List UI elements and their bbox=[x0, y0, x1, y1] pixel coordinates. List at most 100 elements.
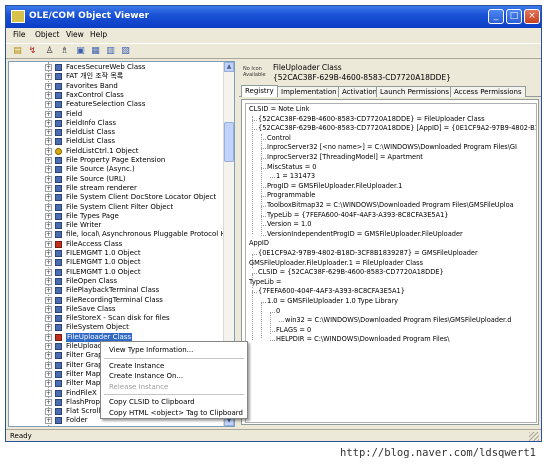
tree-item[interactable]: + File System Client DocStore Locator Obj… bbox=[9, 193, 224, 202]
tree-item[interactable]: + FileAccess Class bbox=[9, 240, 224, 249]
options-icon[interactable]: ▧ bbox=[119, 45, 132, 58]
menu-file[interactable]: File bbox=[13, 30, 26, 39]
expand-icon[interactable]: + bbox=[45, 166, 52, 174]
registry-entry[interactable]: 1 = 131473 bbox=[276, 172, 315, 181]
tree-item[interactable]: + FieldList Class bbox=[9, 128, 224, 137]
expand-icon[interactable]: + bbox=[45, 287, 52, 295]
expand-icon[interactable]: + bbox=[45, 240, 52, 248]
registry-entry[interactable]: InprocServer32 [<no name>] = C:\WINDOWS\… bbox=[267, 143, 517, 152]
menu-view[interactable]: View bbox=[66, 30, 84, 39]
expand-icon[interactable]: + bbox=[45, 82, 52, 90]
expand-icon[interactable]: + bbox=[45, 194, 52, 202]
expand-icon[interactable]: + bbox=[45, 138, 52, 146]
minimize-button[interactable]: _ bbox=[488, 9, 504, 24]
tree-item[interactable]: + Field bbox=[9, 110, 224, 119]
tree-item[interactable]: + File Source (Async.) bbox=[9, 165, 224, 174]
expand-icon[interactable]: + bbox=[45, 417, 52, 425]
expand-icon[interactable]: + bbox=[45, 129, 52, 137]
menu-object[interactable]: Object bbox=[35, 30, 59, 39]
registry-entry[interactable]: GMSFileUploader.FileUploader.1 = FileUpl… bbox=[249, 259, 423, 268]
expand-icon[interactable]: + bbox=[45, 380, 52, 388]
expand-icon[interactable]: + bbox=[45, 352, 52, 360]
registry-entry[interactable]: CLSID = {52CAC38F-629B-4600-8583-CD7720A… bbox=[258, 268, 444, 277]
tree-item[interactable]: + Favorites Band bbox=[9, 82, 224, 91]
maximize-button[interactable]: □ bbox=[506, 9, 522, 24]
tab-implementation[interactable]: Implementation bbox=[277, 86, 341, 97]
expand-icon[interactable]: + bbox=[45, 398, 52, 406]
scroll-up-icon[interactable]: ▲ bbox=[224, 62, 234, 72]
context-menu-item[interactable]: Copy HTML <object> Tag to Clipboard bbox=[101, 408, 247, 418]
expand-icon[interactable]: + bbox=[45, 389, 52, 397]
tree-item[interactable]: + FileOpen Class bbox=[9, 277, 224, 286]
menu-help[interactable]: Help bbox=[90, 30, 107, 39]
registry-entry[interactable]: Control bbox=[267, 134, 291, 143]
tree-item[interactable]: + FILEMGMT 1.0 Object bbox=[9, 268, 224, 277]
expand-icon[interactable]: + bbox=[45, 212, 52, 220]
close-button[interactable]: × bbox=[524, 9, 540, 24]
expand-icon[interactable]: + bbox=[45, 203, 52, 211]
create-instance-icon[interactable]: ♙ bbox=[43, 45, 56, 58]
registry-entry[interactable]: win32 = C:\WINDOWS\Downloaded Program Fi… bbox=[285, 316, 511, 325]
registry-entry[interactable]: {52CAC38F-629B-4600-8583-CD7720A18DDE} =… bbox=[258, 115, 485, 124]
registry-entry[interactable]: ProgID = GMSFileUploader.FileUploader.1 bbox=[267, 182, 402, 191]
tree-item[interactable]: + FILEMGMT 1.0 Object bbox=[9, 249, 224, 258]
registry-entry[interactable]: TypeLib = bbox=[249, 278, 281, 287]
expand-icon[interactable]: + bbox=[45, 91, 52, 99]
registry-entry[interactable]: FLAGS = 0 bbox=[276, 326, 311, 335]
expand-icon[interactable]: + bbox=[45, 73, 52, 81]
expand-icon[interactable]: + bbox=[45, 184, 52, 192]
expand-icon[interactable]: + bbox=[45, 147, 52, 155]
tree-item[interactable]: + FieldList Class bbox=[9, 137, 224, 146]
registry-entry[interactable]: CLSID = Note Link bbox=[249, 105, 309, 114]
context-menu-item[interactable]: View Type Information... bbox=[101, 345, 247, 355]
resize-grip[interactable] bbox=[529, 432, 539, 441]
expand-icon[interactable]: + bbox=[45, 222, 52, 230]
tree-item[interactable]: + FileSystem Object bbox=[9, 323, 224, 332]
registry-entry[interactable]: InprocServer32 [ThreadingModel] = Apartm… bbox=[267, 153, 423, 162]
tab-launch-permissions[interactable]: Launch Permissions bbox=[376, 86, 453, 97]
tab-registry[interactable]: Registry bbox=[241, 85, 278, 97]
tree-item[interactable]: + FAT 개인 조작 목록 bbox=[9, 72, 224, 81]
registry-entry[interactable]: {52CAC38F-629B-4600-8583-CD7720A18DDE} [… bbox=[258, 124, 536, 133]
tree-item[interactable]: + FieldInfo Class bbox=[9, 119, 224, 128]
scroll-thumb[interactable] bbox=[224, 122, 234, 162]
tree-item[interactable]: + FILEMGMT 1.0 Object bbox=[9, 258, 224, 267]
registry-entry[interactable]: ToolboxBitmap32 = C:\WINDOWS\Downloaded … bbox=[267, 201, 514, 210]
view-icon[interactable]: ▦ bbox=[89, 45, 102, 58]
registry-entry[interactable]: AppID bbox=[249, 239, 269, 248]
registry-entry[interactable]: {0E1CF9A2-97B9-4802-B18D-3CF8B1839287} =… bbox=[258, 249, 478, 258]
context-menu-item[interactable]: Copy CLSID to Clipboard bbox=[101, 397, 247, 407]
registry-entry[interactable]: Programmable bbox=[267, 191, 315, 200]
expand-icon[interactable]: + bbox=[45, 277, 52, 285]
registry-entry[interactable]: 1.0 = GMSFileUploader 1.0 Type Library bbox=[267, 297, 398, 306]
tree-item[interactable]: + File Property Page Extension bbox=[9, 156, 224, 165]
tree-item[interactable]: + FacesSecureWeb Class bbox=[9, 63, 224, 72]
tree-item[interactable]: + FieldListCtrl.1 Object bbox=[9, 147, 224, 156]
connect-icon[interactable]: ▤ bbox=[11, 45, 24, 58]
expand-icon[interactable]: + bbox=[45, 119, 52, 127]
expand-icon[interactable]: + bbox=[45, 101, 52, 109]
tab-access-permissions[interactable]: Access Permissions bbox=[450, 86, 526, 97]
registry-entry[interactable]: MiscStatus = 0 bbox=[267, 163, 317, 172]
expand-icon[interactable]: + bbox=[45, 324, 52, 332]
tree-item[interactable]: + File Writer bbox=[9, 221, 224, 230]
expand-icon[interactable]: + bbox=[45, 315, 52, 323]
tree-item[interactable]: + File Types Page bbox=[9, 212, 224, 221]
unknown-icon[interactable]: ▥ bbox=[104, 45, 117, 58]
expand-icon[interactable]: + bbox=[45, 408, 52, 416]
registry-entry[interactable]: TypeLib = {7FEFA600-404F-4AF3-A393-8C8CF… bbox=[267, 211, 448, 220]
expand-icon[interactable]: + bbox=[45, 296, 52, 304]
expand-icon[interactable]: + bbox=[45, 370, 52, 378]
tree-item[interactable]: + FaxControl Class bbox=[9, 91, 224, 100]
registry-entry[interactable]: {7FEFA600-404F-4AF3-A393-8C8CFA3E5A1} bbox=[258, 287, 405, 296]
release-icon[interactable]: ♗ bbox=[58, 45, 71, 58]
registry-entry[interactable]: 0 bbox=[276, 307, 280, 316]
expand-icon[interactable]: + bbox=[45, 231, 52, 239]
context-menu-item[interactable]: Create Instance On... bbox=[101, 371, 247, 381]
tree-item[interactable]: + FeatureSelection Class bbox=[9, 100, 224, 109]
tree-item[interactable]: + file, local\ Asynchronous Pluggable Pro… bbox=[9, 230, 224, 239]
tree-item[interactable]: + FilePlaybackTerminal Class bbox=[9, 286, 224, 295]
registry-entry[interactable]: HELPDIR = C:\WINDOWS\Downloaded Program … bbox=[276, 335, 449, 344]
expand-icon[interactable]: + bbox=[45, 64, 52, 71]
expert-mode-icon[interactable]: ▣ bbox=[74, 45, 87, 58]
